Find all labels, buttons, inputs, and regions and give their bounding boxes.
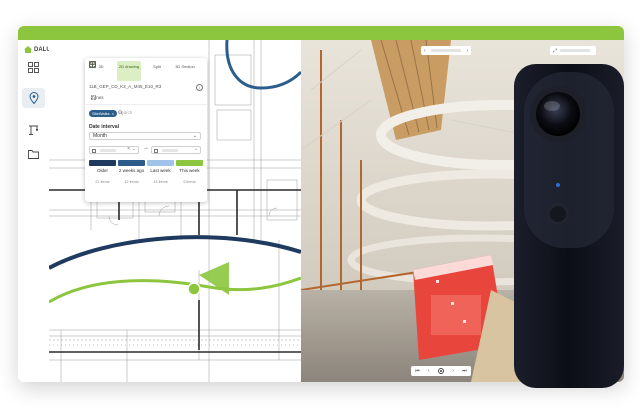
camera-device-image [514, 64, 624, 388]
calendar-icon [154, 148, 158, 153]
tab-3d-section[interactable]: 3D Section [89, 61, 197, 81]
legend-count: 12 items [124, 180, 139, 184]
panorama-nav-pill[interactable]: ‹ › [421, 46, 471, 55]
legend-swatch [176, 160, 203, 166]
tab-3d-label: 3D [98, 64, 104, 69]
left-nav-rail: DALUX [18, 40, 55, 382]
date-range-row: × ⌄ → ⌄ [89, 145, 201, 154]
chevron-down-icon: ⌄ [193, 146, 198, 152]
age-legend: Older 21 items 2 weeks ago 12 items Last… [89, 160, 204, 184]
tab-split[interactable]: Split [89, 61, 169, 81]
map-pin-icon [28, 92, 39, 104]
legend-count: 21 items [95, 180, 110, 184]
end-date-placeholder [162, 149, 178, 152]
skip-start-icon[interactable]: ⏮ [415, 368, 420, 374]
chevron-down-icon: ⌄ [192, 133, 197, 139]
filter-chip-label: SiteWalks [92, 111, 110, 116]
date-interval-label: Date interval [89, 124, 120, 130]
panorama-nav-label-placeholder [431, 49, 461, 52]
tab-2d-drawing-label: 2D drawing [118, 64, 140, 69]
end-date-field[interactable]: ⌄ [151, 146, 201, 154]
legend-item-2-weeks-ago[interactable]: 2 weeks ago 12 items [118, 160, 145, 184]
step-forward-icon[interactable]: › [452, 368, 454, 374]
calendar-icon [92, 148, 96, 153]
folder-icon [28, 150, 39, 159]
rail-apps-button[interactable] [22, 57, 45, 77]
search-icon [118, 110, 123, 115]
legend-item-this-week[interactable]: This week 9 items [176, 160, 203, 184]
chevron-down-icon: ⌄ [131, 146, 136, 152]
filter-chip-sitewalks[interactable]: SiteWalks × [89, 110, 117, 117]
panel-divider [85, 104, 207, 105]
chevron-right-icon[interactable]: › [466, 48, 468, 54]
expand-label-placeholder [560, 49, 591, 52]
start-date-placeholder [100, 149, 116, 152]
rail-folder-button[interactable] [22, 144, 45, 164]
legend-label: Older [96, 168, 108, 173]
rail-crane-button[interactable] [22, 119, 45, 139]
date-interval-value: Month [93, 133, 107, 139]
date-interval-select[interactable]: Month ⌄ [89, 132, 201, 140]
drawing-file-name[interactable]: 11B_GEP_CD_K3_A_M45_E10_R3 [89, 84, 161, 89]
layers-panel: 3D 2D drawing Split 3D Section 11B_GEP_C… [85, 58, 207, 202]
top-accent-bar [18, 26, 624, 40]
section-icon [89, 61, 96, 68]
chevron-left-icon[interactable]: ‹ [424, 48, 426, 54]
legend-item-last-week[interactable]: Last week 13 items [147, 160, 174, 184]
start-date-field[interactable]: × ⌄ [89, 146, 139, 154]
legend-label: This week [179, 168, 200, 173]
expand-icon: ⤢ [553, 47, 558, 54]
info-icon[interactable]: i [196, 84, 203, 91]
legend-swatch [147, 160, 174, 166]
legend-swatch [118, 160, 145, 166]
skip-end-icon[interactable]: ⏭ [462, 368, 467, 374]
legend-label: 2 weeks ago [118, 168, 145, 173]
view-mode-tabs: 3D 2D drawing Split 3D Section [89, 61, 197, 81]
legend-swatch [89, 160, 116, 166]
house-logo-icon [24, 46, 32, 53]
rail-location-button[interactable] [22, 88, 45, 108]
zones-icon [91, 95, 96, 100]
apps-grid-icon [28, 61, 39, 73]
step-back-icon[interactable]: ‹ [428, 368, 430, 374]
zones-toggle[interactable]: Zones [91, 95, 104, 100]
tab-split-label: Split [153, 64, 161, 69]
expand-control[interactable]: ⤢ [550, 46, 596, 55]
panel-search[interactable]: Search [118, 110, 132, 115]
legend-item-older[interactable]: Older 21 items [89, 160, 116, 184]
playback-controls: ⏮ ‹ › ⏭ [411, 366, 471, 376]
crane-icon [29, 125, 38, 135]
legend-count: 9 items [183, 180, 196, 184]
legend-count: 13 items [153, 180, 168, 184]
chip-close-icon[interactable]: × [112, 111, 114, 116]
floor-plan-view[interactable]: 3D 2D drawing Split 3D Section 11B_GEP_C… [49, 40, 301, 382]
legend-label: Last week [150, 168, 171, 173]
clear-icon[interactable]: × [127, 146, 130, 152]
arrow-right-icon: → [143, 145, 149, 151]
tab-3d-section-label: 3D Section [175, 64, 195, 69]
tab-2d-drawing[interactable]: 2D drawing [89, 61, 141, 81]
record-button[interactable] [437, 368, 444, 374]
